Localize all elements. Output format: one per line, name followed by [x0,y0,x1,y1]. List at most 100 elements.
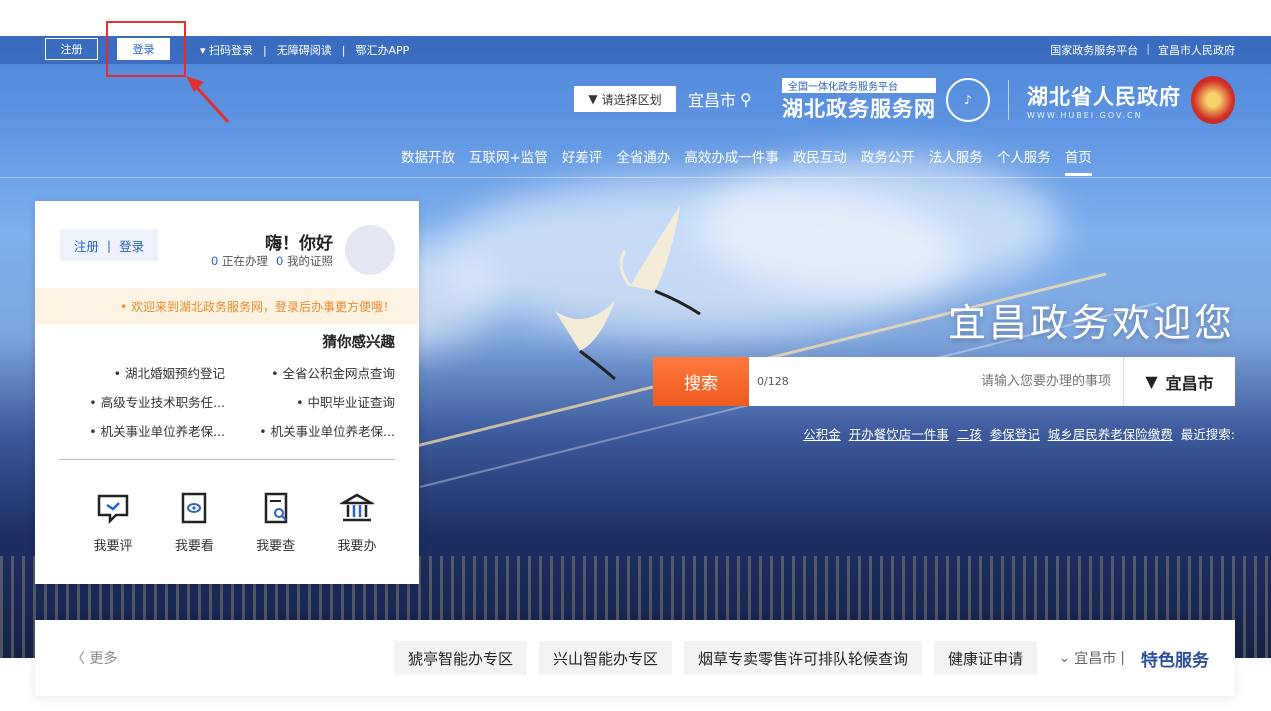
top-left-links: ▾ 扫码登录 | 无障碍阅读 | 鄂汇办APP [200,42,409,58]
search-city-select[interactable]: ▼ 宜昌市 [1123,357,1235,406]
chevron-down-icon: ⌄ [1058,650,1071,666]
search-button[interactable]: 搜索 [653,357,749,406]
comment-icon [97,494,129,525]
panel-register-link[interactable]: 注册 [74,236,99,255]
feature-more-link[interactable]: 〈 更多 [71,648,117,668]
certs-label: 我的证照 [287,254,333,268]
guess-item[interactable]: • 机关事业单位养老保... [235,421,395,440]
feature-brand: 特色服务 [1141,651,1209,671]
search-city-label: 宜昌市 [1165,373,1214,393]
government-building-icon [339,493,374,522]
guess-item[interactable]: • 中职毕业证查询 [235,392,395,411]
feature-city-label: 宜昌市 [1074,651,1117,667]
doing-label: 正在办理 [222,254,269,268]
separator: | [1146,42,1150,55]
action-query-label: 我要查 [256,539,296,554]
action-query[interactable]: 我要查 [248,491,304,554]
main-nav: 数据开放 互联网+监管 好差评 全省通办 高效办成一件事 政民互动 政务公开 法… [394,146,1099,176]
top-utility-bar: ▾ 扫码登录 | 无障碍阅读 | 鄂汇办APP 国家政务服务平台 | 宜昌市人民… [0,36,1271,64]
login-highlight-box [106,21,186,77]
accessible-reading-link[interactable]: 无障碍阅读 [277,42,332,58]
recent-keyword[interactable]: 参保登记 [990,424,1040,443]
recent-keyword[interactable]: 公积金 [803,424,841,443]
separator: | [263,43,267,57]
panel-divider [59,459,395,460]
top-white-strip [0,0,1271,36]
guess-list: • 全省公积金网点查询 • 湖北婚姻预约登记 • 中职毕业证查询 • 高级专业技… [65,363,395,440]
caret-down-icon: ▼ [1145,372,1158,391]
nav-gov-open[interactable]: 政务公开 [854,146,922,176]
recent-search-label: 最近搜索: [1180,427,1235,442]
region-select[interactable]: ▼ 请选择区划 [574,86,676,112]
scan-login-link[interactable]: ▾ 扫码登录 [200,42,253,58]
hero-welcome-title: 宜昌政务欢迎您 [947,301,1235,345]
welcome-notice: • 欢迎来到湖北政务服务网，登录后办事更方便哦！ [35,288,419,324]
region-current-label: 宜昌市 [688,91,737,110]
action-view[interactable]: 我要看 [166,491,222,554]
service-name: 湖北政务服务网 [782,96,936,121]
crane-icon [555,301,616,381]
feature-tag[interactable]: 兴山智能办专区 [538,641,672,675]
register-button[interactable]: 注册 [45,38,98,60]
location-pin-icon: ⚲ [740,89,752,109]
action-handle[interactable]: 我要办 [329,491,385,554]
recent-keyword[interactable]: 城乡居民养老保险缴费 [1048,424,1173,443]
recent-keyword[interactable]: 开办餐饮店一件事 [849,424,949,443]
certs-count: 0 我的证照 [276,253,333,269]
nav-open-data[interactable]: 数据开放 [394,146,462,176]
app-link[interactable]: 鄂汇办APP [355,42,409,58]
nav-divider-line [0,177,1271,178]
yichang-gov-link[interactable]: 宜昌市人民政府 [1158,42,1235,58]
document-search-icon [264,492,287,524]
national-platform-link[interactable]: 国家政务服务平台 [1050,42,1138,58]
action-review[interactable]: 我要评 [85,491,141,554]
quick-actions: 我要评 我要看 我要查 我要办 [85,491,385,554]
feature-tag[interactable]: 猇亭智能办专区 [393,641,527,675]
gov-en: WWW.HUBEI.GOV.CN [1027,110,1143,120]
panel-login-register: 注册 | 登录 [60,229,158,261]
nav-internet-supervision[interactable]: 互联网+监管 [462,146,555,176]
user-stats: 0 正在办理 0 我的证照 [211,253,333,269]
feature-city-select[interactable]: ⌄ 宜昌市 | [1059,648,1125,668]
greeting: 嗨！你好 [265,234,333,254]
nav-interaction[interactable]: 政民互动 [786,146,854,176]
avatar [345,225,395,275]
panel-login-link[interactable]: 登录 [119,236,144,255]
separator: | [341,43,346,57]
doing-count: 0 正在办理 [211,253,268,269]
guess-item[interactable]: • 湖北婚姻预约登记 [65,363,225,382]
separator: | [106,237,112,253]
feature-tag[interactable]: 健康证申请 [933,641,1037,675]
recent-keyword[interactable]: 二孩 [957,424,982,443]
feature-tags: 健康证申请 烟草专卖零售许可排队轮候查询 兴山智能办专区 猇亭智能办专区 [393,641,1037,675]
guess-item[interactable]: • 机关事业单位养老保... [65,421,225,440]
gov-title: 湖北省人民政府 WWW.HUBEI.GOV.CN [1027,81,1181,120]
guess-item[interactable]: • 高级专业技术职务任... [65,392,225,411]
separator: | [1120,650,1125,666]
certs-count-value: 0 [276,254,284,268]
region-area: ▼ 请选择区划 宜昌市 ⚲ [574,86,752,112]
top-right-links: 国家政务服务平台 | 宜昌市人民政府 [1050,42,1235,58]
region-select-label: 请选择区划 [601,92,662,107]
nav-one-thing[interactable]: 高效办成一件事 [677,146,786,176]
nav-province-wide[interactable]: 全省通办 [609,146,677,176]
service-title: 全国一体化政务服务平台 湖北政务服务网 [782,77,936,123]
nav-personal-service[interactable]: 个人服务 [990,146,1058,176]
guess-item[interactable]: • 全省公积金网点查询 [235,363,395,382]
nav-legal-service[interactable]: 法人服务 [922,146,990,176]
search-input[interactable] [799,357,1123,406]
crane-icon [619,206,701,316]
nav-home[interactable]: 首页 [1058,146,1099,176]
feature-tag[interactable]: 烟草专卖零售许可排队轮候查询 [683,641,922,675]
caret-down-icon: ▼ [588,92,598,106]
gov-name: 湖北省人民政府 [1027,84,1181,109]
user-panel: 嗨！你好 0 正在办理 0 我的证照 注册 | 登录 • 欢迎来到湖北政务服务网… [35,201,419,584]
region-current[interactable]: 宜昌市 ⚲ [688,87,752,111]
action-review-label: 我要评 [93,539,133,554]
action-view-label: 我要看 [174,539,214,554]
search-box: 搜索 0/128 ▼ 宜昌市 [653,357,1235,406]
document-eye-icon [182,492,207,524]
nav-good-bad-review[interactable]: 好差评 [555,146,610,176]
search-char-count: 0/128 [757,375,789,388]
header-logo-area[interactable]: 全国一体化政务服务平台 湖北政务服务网 ♪ 湖北省人民政府 WWW.HUBEI.… [782,76,1235,124]
